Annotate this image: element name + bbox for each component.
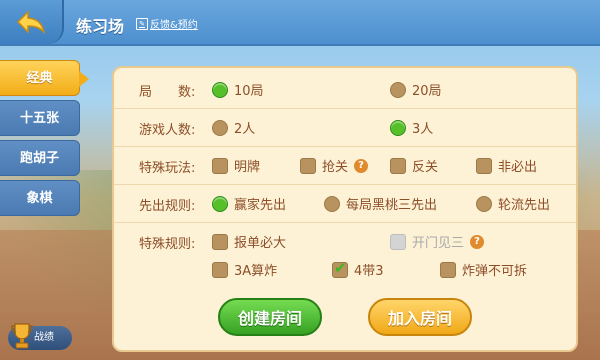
sidebar-item-label: 经典 xyxy=(26,71,53,86)
create-room-button[interactable]: 创建房间 xyxy=(218,298,322,336)
special-rules-option-3a[interactable]: 3A算炸 xyxy=(212,260,277,279)
players-option-3[interactable]: 3人 xyxy=(390,118,433,137)
option-label: 抢关 xyxy=(322,160,349,175)
sidebar-item-fifteen[interactable]: 十五张 xyxy=(0,100,80,136)
checkbox-icon xyxy=(212,261,228,278)
special-rules-option-4dai3[interactable]: 4带3 xyxy=(332,259,384,279)
edit-icon: ✎ xyxy=(136,17,148,30)
option-label: 每局黑桃三先出 xyxy=(346,198,438,213)
option-label: 赢家先出 xyxy=(234,198,287,213)
first-play-label: 先出规则: xyxy=(139,199,196,214)
checkbox-icon xyxy=(476,157,492,174)
first-play-option-rotate[interactable]: 轮流先出 xyxy=(476,194,550,213)
back-arrow-icon xyxy=(16,10,46,34)
page-title: 练习场 xyxy=(76,17,125,36)
sidebar-item-label: 象棋 xyxy=(26,191,53,206)
feedback-label: 反馈&预约 xyxy=(150,20,198,31)
radio-icon xyxy=(324,195,340,212)
special-play-option-fanguan[interactable]: 反关 xyxy=(390,156,438,175)
radio-selected-icon xyxy=(212,195,228,212)
record-button[interactable]: 战绩 xyxy=(8,323,72,350)
rounds-option-10[interactable]: 10局 xyxy=(212,80,264,99)
players-label: 游戏人数: xyxy=(139,123,196,138)
special-rules-row: 特殊规则: 报单必大 开门见三 ? 3A算炸 4带3 炸弹不可拆 xyxy=(114,224,576,288)
option-label: 3人 xyxy=(412,122,434,137)
special-play-label: 特殊玩法: xyxy=(139,161,196,176)
checkbox-disabled-icon xyxy=(390,233,406,250)
settings-panel: 局 数: 10局 20局 游戏人数: 2人 3人 特殊玩法: 明牌 抢关 ? 反… xyxy=(112,66,578,352)
rounds-label: 局 数: xyxy=(139,85,196,100)
special-rules-option-baodan[interactable]: 报单必大 xyxy=(212,232,286,251)
special-rules-option-kaimen[interactable]: 开门见三 ? xyxy=(390,232,485,251)
players-option-2[interactable]: 2人 xyxy=(212,118,255,137)
special-play-option-feibichu[interactable]: 非必出 xyxy=(476,156,537,175)
radio-icon xyxy=(212,119,228,136)
players-row: 游戏人数: 2人 3人 xyxy=(114,110,576,147)
feedback-link[interactable]: ✎ 反馈&预约 xyxy=(136,16,198,31)
radio-selected-icon xyxy=(390,119,406,136)
option-label: 报单必大 xyxy=(234,236,287,251)
rounds-option-20[interactable]: 20局 xyxy=(390,80,442,99)
special-play-option-qiangguan[interactable]: 抢关 ? xyxy=(300,156,369,175)
checkbox-icon xyxy=(300,157,316,174)
sidebar-item-label: 十五张 xyxy=(19,111,59,126)
option-label: 明牌 xyxy=(234,160,261,175)
game-mode-sidebar: 经典 十五张 跑胡子 象棋 xyxy=(0,60,89,220)
option-label: 炸弹不可拆 xyxy=(462,264,528,279)
option-label: 开门见三 xyxy=(412,236,465,251)
top-bar: 练习场 ✎ 反馈&预约 xyxy=(0,0,600,46)
record-label: 战绩 xyxy=(34,332,54,343)
trophy-icon xyxy=(11,323,33,349)
radio-selected-icon xyxy=(212,81,228,98)
option-label: 10局 xyxy=(234,84,264,99)
help-icon[interactable]: ? xyxy=(354,158,369,173)
option-label: 4带3 xyxy=(354,264,384,279)
special-play-row: 特殊玩法: 明牌 抢关 ? 反关 非必出 xyxy=(114,148,576,185)
sidebar-item-label: 跑胡子 xyxy=(19,151,59,166)
option-label: 轮流先出 xyxy=(498,198,551,213)
help-icon[interactable]: ? xyxy=(470,234,485,249)
first-play-option-winner[interactable]: 赢家先出 xyxy=(212,194,286,213)
sidebar-item-chess[interactable]: 象棋 xyxy=(0,180,80,216)
join-room-button[interactable]: 加入房间 xyxy=(368,298,472,336)
option-label: 2人 xyxy=(234,122,256,137)
checkbox-checked-icon xyxy=(332,259,348,278)
option-label: 20局 xyxy=(412,84,442,99)
checkbox-icon xyxy=(390,157,406,174)
option-label: 非必出 xyxy=(498,160,538,175)
special-rules-option-bomb[interactable]: 炸弹不可拆 xyxy=(440,260,527,279)
sidebar-item-paohuzi[interactable]: 跑胡子 xyxy=(0,140,80,176)
first-play-row: 先出规则: 赢家先出 每局黑桃三先出 轮流先出 xyxy=(114,186,576,223)
first-play-option-spade3[interactable]: 每局黑桃三先出 xyxy=(324,194,437,213)
radio-icon xyxy=(476,195,492,212)
checkbox-icon xyxy=(212,233,228,250)
option-label: 3A算炸 xyxy=(234,264,278,279)
rounds-row: 局 数: 10局 20局 xyxy=(114,72,576,109)
checkbox-icon xyxy=(212,157,228,174)
sidebar-item-classic[interactable]: 经典 xyxy=(0,60,89,96)
special-play-option-mingpai[interactable]: 明牌 xyxy=(212,156,260,175)
back-button[interactable] xyxy=(0,0,64,44)
option-label: 反关 xyxy=(412,160,439,175)
radio-icon xyxy=(390,81,406,98)
checkbox-icon xyxy=(440,261,456,278)
special-rules-label: 特殊规则: xyxy=(139,237,196,252)
